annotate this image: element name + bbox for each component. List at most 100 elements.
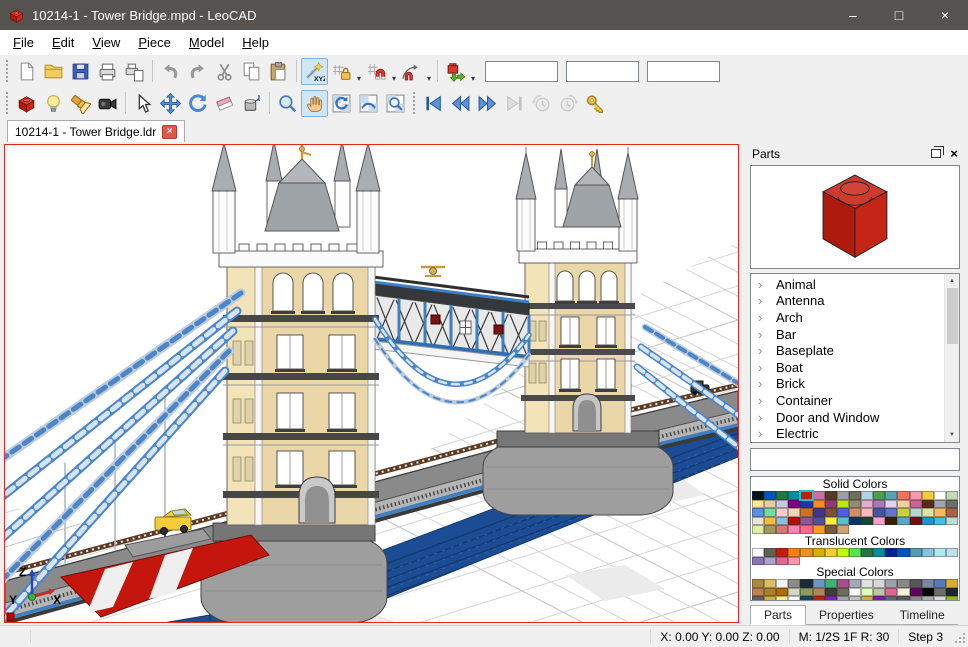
color-swatch[interactable] [849, 579, 861, 588]
color-swatch[interactable] [837, 491, 849, 500]
color-swatch[interactable] [776, 557, 788, 566]
color-swatch[interactable] [764, 525, 776, 534]
color-swatch[interactable] [800, 588, 812, 597]
color-swatch[interactable] [825, 491, 837, 500]
color-swatch[interactable] [885, 491, 897, 500]
color-swatch[interactable] [922, 579, 934, 588]
color-swatch[interactable] [885, 596, 897, 601]
float-panel-icon[interactable] [931, 149, 941, 158]
color-swatch[interactable] [849, 588, 861, 597]
color-swatch[interactable] [849, 548, 861, 557]
color-swatch[interactable] [825, 596, 837, 601]
color-swatch[interactable] [776, 548, 788, 557]
color-swatch[interactable] [776, 491, 788, 500]
color-swatch[interactable] [885, 500, 897, 509]
color-swatch[interactable] [934, 596, 946, 601]
color-swatch[interactable] [776, 500, 788, 509]
category-animal[interactable]: ›Animal [751, 276, 959, 293]
color-swatch[interactable] [825, 579, 837, 588]
dock-tab-properties[interactable]: Properties [806, 605, 887, 625]
color-swatch[interactable] [764, 517, 776, 526]
color-swatch[interactable] [873, 500, 885, 509]
color-swatch[interactable] [849, 596, 861, 601]
rotate-view-button[interactable] [328, 90, 355, 117]
color-swatch[interactable] [788, 508, 800, 517]
color-swatch[interactable] [910, 579, 922, 588]
color-swatch[interactable] [837, 579, 849, 588]
color-swatch[interactable] [946, 500, 958, 509]
expand-chevron-icon[interactable]: › [758, 361, 767, 374]
expand-chevron-icon[interactable]: › [758, 377, 767, 390]
color-swatch[interactable] [752, 579, 764, 588]
color-swatch[interactable] [946, 517, 958, 526]
color-swatch[interactable] [813, 588, 825, 597]
document-tab[interactable]: 10214-1 - Tower Bridge.ldr × [7, 120, 185, 142]
color-swatch[interactable] [837, 588, 849, 597]
color-swatch[interactable] [897, 596, 909, 601]
color-swatch[interactable] [946, 491, 958, 500]
color-swatch[interactable] [788, 500, 800, 509]
menu-model[interactable]: Model [180, 33, 233, 52]
print-button[interactable] [94, 58, 121, 85]
color-swatch[interactable] [776, 517, 788, 526]
color-swatch[interactable] [764, 596, 776, 601]
menu-piece[interactable]: Piece [129, 33, 180, 52]
scroll-down-icon[interactable]: ▼ [945, 428, 959, 442]
open-button[interactable] [40, 58, 67, 85]
color-swatch[interactable] [922, 508, 934, 517]
close-button[interactable]: × [922, 0, 968, 30]
lock-axes-button[interactable]: ▾ [328, 58, 355, 85]
menu-view[interactable]: View [83, 33, 129, 52]
expand-chevron-icon[interactable]: › [758, 394, 767, 407]
color-swatch[interactable] [946, 548, 958, 557]
dock-tab-parts[interactable]: Parts [750, 605, 806, 625]
category-bar[interactable]: ›Bar [751, 326, 959, 343]
color-swatch[interactable] [752, 548, 764, 557]
color-swatch[interactable] [764, 491, 776, 500]
color-swatch[interactable] [813, 525, 825, 534]
step-prev-button[interactable] [447, 90, 474, 117]
color-swatch[interactable] [849, 508, 861, 517]
color-swatch[interactable] [897, 548, 909, 557]
rotate-button[interactable] [184, 90, 211, 117]
paste-button[interactable] [265, 58, 292, 85]
color-swatch[interactable] [752, 491, 764, 500]
pan-button[interactable] [301, 90, 328, 117]
copy-button[interactable] [238, 58, 265, 85]
menu-help[interactable]: Help [233, 33, 278, 52]
redo-button[interactable] [184, 58, 211, 85]
category-door-and-window[interactable]: ›Door and Window [751, 409, 959, 426]
color-swatch[interactable] [922, 491, 934, 500]
color-swatch[interactable] [800, 525, 812, 534]
color-swatch[interactable] [873, 491, 885, 500]
color-swatch[interactable] [800, 500, 812, 509]
color-swatch[interactable] [752, 517, 764, 526]
color-swatch[interactable] [897, 491, 909, 500]
color-swatch[interactable] [776, 579, 788, 588]
color-swatch[interactable] [764, 548, 776, 557]
color-swatch[interactable] [849, 500, 861, 509]
move-button[interactable] [157, 90, 184, 117]
select-button[interactable] [130, 90, 157, 117]
color-swatch[interactable] [861, 579, 873, 588]
color-swatch[interactable] [861, 517, 873, 526]
color-swatch[interactable] [837, 548, 849, 557]
category-container[interactable]: ›Container [751, 392, 959, 409]
color-swatch[interactable] [910, 596, 922, 601]
expand-chevron-icon[interactable]: › [758, 278, 767, 291]
scrollbar[interactable]: ▲ ▼ [944, 274, 959, 442]
minimize-button[interactable]: – [830, 0, 876, 30]
transform-input-z[interactable] [647, 61, 720, 82]
color-swatch[interactable] [922, 500, 934, 509]
color-swatch[interactable] [849, 517, 861, 526]
color-swatch[interactable] [946, 579, 958, 588]
color-swatch[interactable] [788, 557, 800, 566]
color-swatch[interactable] [934, 491, 946, 500]
step-next-button[interactable] [474, 90, 501, 117]
menu-edit[interactable]: Edit [43, 33, 83, 52]
color-swatch[interactable] [825, 500, 837, 509]
color-swatch[interactable] [800, 548, 812, 557]
zoom-region-button[interactable] [382, 90, 409, 117]
insert-piece-button[interactable] [13, 90, 40, 117]
color-swatch[interactable] [922, 588, 934, 597]
